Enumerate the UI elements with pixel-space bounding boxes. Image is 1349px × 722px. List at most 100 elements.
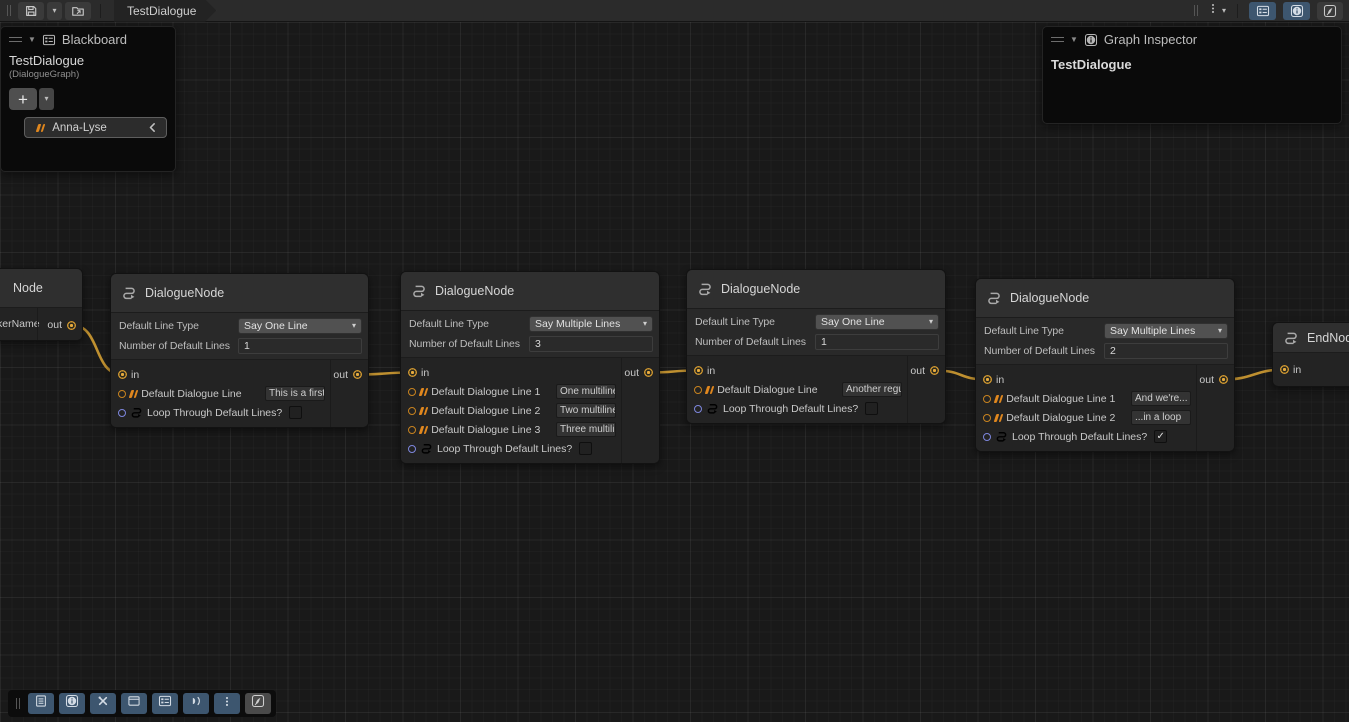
port[interactable]: [983, 395, 991, 403]
node-title-bar[interactable]: DialogueNode: [687, 270, 945, 309]
save-button[interactable]: [18, 2, 44, 20]
line-type-dropdown[interactable]: Say Multiple Lines▾: [1104, 323, 1228, 339]
dialogue-line-input[interactable]: Another regu: [842, 382, 902, 397]
dialogue-line-input[interactable]: This is a first: [265, 386, 325, 401]
port[interactable]: [118, 390, 126, 398]
number-of-lines-input[interactable]: 3: [529, 336, 653, 352]
port[interactable]: [408, 445, 416, 453]
port-connected[interactable]: [644, 368, 653, 377]
collapse-arrow-icon[interactable]: ▼: [28, 36, 36, 44]
number-of-lines-input[interactable]: 1: [815, 334, 939, 350]
dialogue-line-input[interactable]: Three multilin: [556, 422, 616, 437]
graph-inspector-panel[interactable]: ▼ Graph Inspector TestDialogue: [1042, 26, 1342, 124]
info-panel-button[interactable]: [59, 693, 85, 714]
node-title-bar[interactable]: DialogueNode: [401, 272, 659, 311]
line-type-dropdown[interactable]: Say Multiple Lines▾: [529, 316, 653, 332]
dialogue-line-input[interactable]: And we're...: [1131, 391, 1191, 406]
add-property-button[interactable]: +: [9, 88, 37, 110]
port[interactable]: [983, 414, 991, 422]
in-port-label: in: [131, 369, 139, 381]
port-connected[interactable]: [930, 366, 939, 375]
dialogue-node[interactable]: DialogueNode Default Line TypeSay One Lin…: [110, 273, 369, 428]
out-port-row: out: [622, 363, 653, 382]
node-title-bar[interactable]: DialogueNode: [976, 279, 1234, 318]
field-label: Default Dialogue Line: [717, 384, 817, 396]
window-icon: [127, 694, 141, 713]
number-of-lines-input[interactable]: 1: [238, 338, 362, 354]
dialogue-node[interactable]: DialogueNodeDefault Line TypeSay One Lin…: [686, 269, 946, 424]
quill-icon: [1323, 4, 1337, 18]
blackboard-panel[interactable]: ▼ Blackboard TestDialogue (DialogueGraph…: [0, 26, 176, 172]
node-title-bar[interactable]: Node: [0, 269, 82, 308]
open-asset-folder-icon: [71, 4, 85, 18]
toolbar-drag-handle[interactable]: [16, 698, 20, 709]
loop-checkbox[interactable]: ✓: [1154, 430, 1167, 443]
line-type-dropdown[interactable]: Say One Line▾: [815, 314, 939, 330]
dialogue-line-input[interactable]: One multiline: [556, 384, 616, 399]
port-connected[interactable]: [353, 370, 362, 379]
window-panel-button[interactable]: [121, 693, 147, 714]
quill-toggle-button[interactable]: [1317, 2, 1343, 20]
port[interactable]: [694, 386, 702, 394]
console-panel-button[interactable]: [183, 693, 209, 714]
open-asset-folder-button[interactable]: [65, 2, 91, 20]
add-property-dropdown-button[interactable]: ▾: [39, 88, 54, 110]
line-type-dropdown[interactable]: Say One Line▾: [238, 318, 362, 334]
port-connected[interactable]: [983, 375, 992, 384]
graph-inspector-header[interactable]: ▼ Graph Inspector: [1043, 27, 1341, 51]
node-title-bar[interactable]: DialogueNode: [111, 274, 368, 313]
panel-drag-handle-icon[interactable]: [1051, 37, 1064, 42]
info-toggle-button[interactable]: [1283, 2, 1310, 20]
doc-list-panel-button[interactable]: [28, 693, 54, 714]
dialogue-node-icon: [411, 283, 427, 299]
blackboard-icon: [42, 33, 56, 47]
property-row: Default Line TypeSay One Line▾: [119, 317, 362, 334]
toolbar-drag-handle[interactable]: [1194, 5, 1198, 16]
start-node[interactable]: NodekerNameout: [0, 268, 83, 341]
dialogue-line-input[interactable]: Two multiline: [556, 403, 616, 418]
loop-checkbox[interactable]: [865, 402, 878, 415]
number-of-lines-input[interactable]: 2: [1104, 343, 1228, 359]
blackboard-toggle-button[interactable]: [1249, 2, 1276, 20]
toolbar-drag-handle[interactable]: [7, 5, 11, 16]
dialogue-node[interactable]: DialogueNodeDefault Line TypeSay Multipl…: [975, 278, 1235, 452]
dropdown-value: Say One Line: [821, 316, 929, 328]
blackboard-field-anna-lyse[interactable]: Anna-Lyse: [24, 117, 167, 138]
field-port-row: Loop Through Default Lines?: [401, 439, 621, 458]
end-node[interactable]: EndNode in: [1272, 322, 1349, 387]
loop-checkbox[interactable]: [579, 442, 592, 455]
blackboard-panel-button[interactable]: [152, 693, 178, 714]
port[interactable]: [983, 433, 991, 441]
kebab-panel-button[interactable]: [214, 693, 240, 714]
port-connected[interactable]: [118, 370, 127, 379]
port-connected[interactable]: [67, 321, 76, 330]
chevron-down-button[interactable]: ▾: [47, 2, 62, 20]
graph-tab[interactable]: TestDialogue: [114, 0, 216, 22]
loop-checkbox[interactable]: [289, 406, 302, 419]
port[interactable]: [694, 405, 702, 413]
quote-icon: [420, 388, 427, 396]
tools-panel-button[interactable]: [90, 693, 116, 714]
overflow-menu-button[interactable]: ▾: [1207, 2, 1226, 20]
in-port-label: in: [1293, 364, 1301, 376]
port-connected[interactable]: [408, 368, 417, 377]
dialogue-node[interactable]: DialogueNodeDefault Line TypeSay Multipl…: [400, 271, 660, 464]
node-title-bar[interactable]: EndNode: [1273, 323, 1349, 353]
port-connected[interactable]: [1219, 375, 1228, 384]
port-connected[interactable]: [1280, 365, 1289, 374]
panel-drag-handle-icon[interactable]: [9, 37, 22, 42]
graph-canvas[interactable]: ▼ Blackboard TestDialogue (DialogueGraph…: [0, 22, 1349, 722]
collapse-arrow-icon[interactable]: ▼: [1070, 36, 1078, 44]
quill-icon: [251, 694, 265, 713]
port[interactable]: [118, 409, 126, 417]
port-connected[interactable]: [694, 366, 703, 375]
port[interactable]: [408, 407, 416, 415]
chevron-left-icon[interactable]: [147, 122, 158, 133]
property-label: Default Line Type: [695, 316, 815, 328]
port[interactable]: [408, 426, 416, 434]
quill-panel-button[interactable]: [245, 693, 271, 714]
field-port-row: Default Dialogue Line 2...in a loop: [976, 408, 1196, 427]
port[interactable]: [408, 388, 416, 396]
dialogue-line-input[interactable]: ...in a loop: [1131, 410, 1191, 425]
blackboard-header[interactable]: ▼ Blackboard: [1, 27, 175, 51]
